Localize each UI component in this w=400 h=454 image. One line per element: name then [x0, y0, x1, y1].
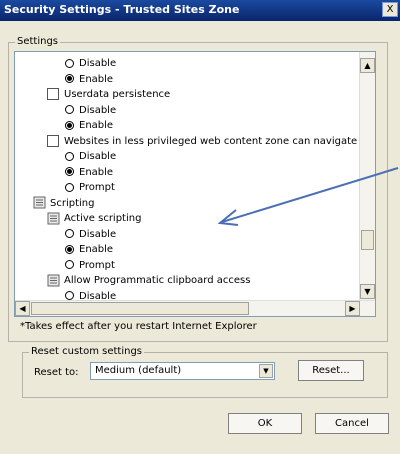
list-item-label: Prompt — [79, 259, 115, 271]
list-item-label: Enable — [79, 244, 114, 255]
list-item-label: Disable — [79, 228, 117, 240]
settings-category-icon — [33, 196, 46, 209]
list-item[interactable]: Scripting — [33, 196, 94, 212]
list-item-label: Active scripting — [64, 213, 142, 224]
scroll-down-button[interactable]: ▼ — [360, 284, 375, 299]
radio-button[interactable] — [65, 58, 74, 68]
list-item[interactable]: Active scripting — [47, 211, 141, 227]
list-item[interactable]: Disable — [65, 103, 116, 119]
radio-button[interactable] — [65, 105, 74, 114]
radio-button[interactable] — [65, 167, 74, 176]
title-bar: Security Settings - Trusted Sites Zone X — [0, 0, 400, 21]
horizontal-scroll-thumb[interactable] — [31, 302, 249, 315]
security-settings-dialog: Security Settings - Trusted Sites Zone X… — [0, 0, 400, 454]
radio-button[interactable] — [65, 244, 74, 254]
radio-button[interactable] — [65, 151, 74, 161]
list-item[interactable]: Websites in less privileged web content … — [47, 134, 369, 150]
scroll-right-button[interactable]: ▶ — [345, 301, 360, 316]
list-item-label: Disable — [79, 104, 117, 116]
list-item-label: Userdata persistence — [64, 89, 171, 100]
settings-category-icon — [47, 212, 60, 225]
list-item-label: Allow Programmatic clipboard access — [64, 275, 251, 286]
reset-group-label: Reset custom settings — [29, 346, 144, 357]
cancel-button[interactable]: Cancel — [315, 413, 389, 434]
list-item[interactable]: Disable — [65, 56, 116, 72]
chevron-down-icon[interactable]: ▼ — [259, 364, 273, 378]
reset-button[interactable]: Reset... — [298, 360, 364, 381]
list-item-label: Prompt — [79, 182, 115, 193]
checkbox[interactable] — [47, 134, 59, 147]
list-item-label: Scripting — [50, 197, 95, 209]
horizontal-scrollbar[interactable]: ◀ ▶ — [15, 300, 375, 316]
reset-to-label: Reset to: — [34, 367, 79, 378]
list-item[interactable]: Allow Programmatic clipboard access — [47, 273, 250, 289]
close-button[interactable]: X — [382, 2, 398, 17]
list-item-label: Enable — [79, 120, 114, 131]
scroll-up-button[interactable]: ▲ — [360, 58, 375, 73]
scroll-left-button[interactable]: ◀ — [15, 301, 30, 316]
restart-note: *Takes effect after you restart Internet… — [20, 321, 257, 332]
list-item[interactable]: Disable — [65, 227, 116, 243]
radio-button[interactable] — [65, 74, 74, 83]
list-item[interactable]: Userdata persistence — [47, 87, 170, 103]
window-title: Security Settings - Trusted Sites Zone — [4, 3, 240, 16]
settings-category-icon — [47, 274, 60, 287]
vertical-scroll-thumb[interactable] — [361, 230, 374, 250]
vertical-scrollbar[interactable]: ▲ ▼ — [359, 52, 375, 300]
list-item-label: Enable — [79, 166, 114, 178]
list-item[interactable]: Enable — [65, 118, 113, 134]
list-item-label: Websites in less privileged web content … — [64, 135, 370, 147]
ok-button[interactable]: OK — [228, 413, 302, 434]
settings-list[interactable]: Disable Enable Userdata persistence Disable… — [14, 51, 376, 317]
reset-level-select[interactable]: Medium (default) ▼ — [90, 362, 275, 380]
list-item[interactable]: Prompt — [65, 180, 115, 196]
list-item-label: Disable — [79, 151, 117, 162]
list-item-label: Disable — [79, 58, 117, 69]
radio-button[interactable] — [65, 291, 74, 300]
list-item[interactable]: Disable — [65, 149, 116, 165]
radio-button[interactable] — [65, 120, 74, 130]
radio-button[interactable] — [65, 229, 74, 238]
checkbox[interactable] — [47, 88, 59, 100]
list-item[interactable]: Enable — [65, 242, 113, 258]
settings-group-label: Settings — [15, 36, 61, 47]
list-item-label: Enable — [79, 73, 114, 85]
list-item[interactable]: Enable — [65, 72, 113, 88]
reset-level-value: Medium (default) — [95, 365, 182, 376]
radio-button[interactable] — [65, 182, 74, 192]
list-item[interactable]: Prompt — [65, 258, 115, 274]
radio-button[interactable] — [65, 260, 74, 269]
list-item[interactable]: Enable — [65, 165, 113, 181]
